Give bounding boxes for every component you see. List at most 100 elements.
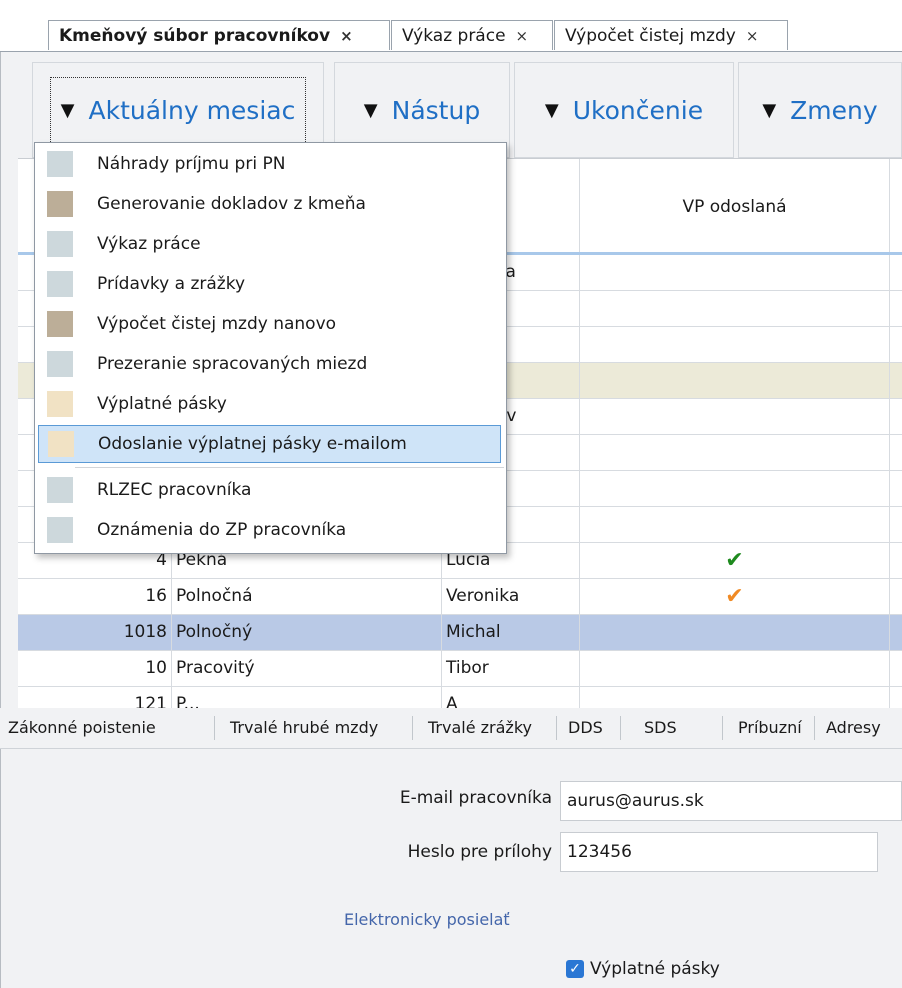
menu-item-rlzec[interactable]: RLZEC pracovníka	[35, 471, 504, 509]
table-row[interactable]: 121 P... A	[18, 687, 902, 709]
menu-item-label: Výkaz práce	[97, 234, 201, 254]
menu-item-label: Odoslanie výplatnej pásky e-mailom	[98, 434, 407, 454]
cell-name: Tibor	[442, 651, 580, 686]
menu-item-label: Oznámenia do ZP pracovníka	[97, 520, 347, 540]
cell-vp	[580, 471, 890, 506]
column-header-vp-odoslana[interactable]: VP odoslaná	[580, 159, 890, 255]
tab-pribuzni[interactable]: Príbuzní	[730, 708, 810, 748]
cell-id: 1018	[18, 615, 172, 650]
cell-name: A	[442, 687, 580, 709]
menu-item-pridavky-zrazky[interactable]: Prídavky a zrážky	[35, 265, 504, 303]
cell-name: Veronika	[442, 579, 580, 614]
menu-item-color-icon	[47, 391, 73, 417]
button-label: Aktuálny mesiac	[88, 95, 296, 125]
cell-vp	[580, 651, 890, 686]
menu-item-color-icon	[47, 477, 73, 503]
menu-item-label: RLZEC pracovníka	[97, 480, 252, 500]
email-field[interactable]: aurus@aurus.sk	[560, 781, 902, 821]
triangle-down-icon: ▼	[60, 99, 75, 121]
cell-vp	[580, 399, 890, 434]
menu-separator	[75, 467, 504, 468]
menu-item-color-icon	[47, 191, 73, 217]
menu-item-color-icon	[47, 231, 73, 257]
password-field[interactable]: 123456	[560, 832, 878, 872]
ukoncenie-button[interactable]: ▼ Ukončenie	[514, 62, 734, 158]
triangle-down-icon: ▼	[762, 99, 777, 121]
tab-separator	[620, 716, 621, 740]
tab-zakonne-poistenie[interactable]: Zákonné poistenie	[0, 708, 164, 748]
menu-item-label: Prídavky a zrážky	[97, 274, 246, 294]
cell-vp	[580, 687, 890, 709]
email-label: E-mail pracovníka	[399, 788, 552, 808]
menu-item-prezeranie-miezd[interactable]: Prezeranie spracovaných miezd	[35, 345, 504, 383]
tab-trvale-hrube-mzdy[interactable]: Trvalé hrubé mzdy	[222, 708, 386, 748]
menu-item-vyplatne-pasky[interactable]: Výplatné pásky	[35, 385, 504, 423]
menu-item-odoslanie-pasky-email[interactable]: Odoslanie výplatnej pásky e-mailom	[38, 425, 501, 463]
document-tabstrip: Kmeňový súbor pracovníkov × Výkaz práce × …	[0, 0, 902, 52]
cell-vp	[580, 363, 890, 398]
tab-separator	[412, 716, 413, 740]
menu-item-color-icon	[47, 271, 73, 297]
menu-item-nahrady-pn[interactable]: Náhrady príjmu pri PN	[35, 145, 504, 183]
cell-vp	[580, 435, 890, 470]
focus-rect: ▼ Aktuálny mesiac	[49, 76, 307, 144]
cell-name: Michal	[442, 615, 580, 650]
cell-vp	[580, 615, 890, 650]
menu-item-label: Výpočet čistej mzdy nanovo	[97, 314, 337, 334]
close-icon[interactable]: ×	[340, 27, 353, 45]
vp-sent-check-icon: ✔	[580, 543, 890, 578]
table-row-selected[interactable]: 1018 Polnočný Michal	[18, 615, 902, 651]
tab-separator	[556, 716, 557, 740]
tab-label: Výpočet čistej mzdy	[565, 26, 736, 46]
button-label: Ukončenie	[572, 95, 704, 125]
menu-item-color-icon	[47, 151, 73, 177]
button-label: Nástup	[391, 95, 481, 125]
tab-separator	[214, 716, 215, 740]
cell-surname: Polnočný	[172, 615, 442, 650]
menu-item-vypocet-mzdy-nanovo[interactable]: Výpočet čistej mzdy nanovo	[35, 305, 504, 343]
password-label: Heslo pre prílohy	[407, 842, 552, 862]
detail-tabs: Zákonné poistenie Trvalé hrubé mzdy Trva…	[0, 708, 902, 749]
close-icon[interactable]: ×	[516, 27, 529, 45]
button-label: Zmeny	[790, 95, 878, 125]
table-row[interactable]: 16 Polnočná Veronika ✔	[18, 579, 902, 615]
menu-item-color-icon	[47, 311, 73, 337]
tab-separator	[722, 716, 723, 740]
menu-item-color-icon	[48, 431, 74, 457]
tab-adresy[interactable]: Adresy	[818, 708, 889, 748]
table-row[interactable]: 10 Pracovitý Tibor	[18, 651, 902, 687]
section-label-elektronicky: Elektronicky posielať	[344, 910, 510, 929]
cell-vp	[580, 327, 890, 362]
triangle-down-icon: ▼	[363, 99, 378, 121]
cell-id: 121	[18, 687, 172, 709]
cell-id: 10	[18, 651, 172, 686]
tab-dds[interactable]: DDS	[560, 708, 611, 748]
tab-kmenovy-subor[interactable]: Kmeňový súbor pracovníkov ×	[48, 20, 390, 50]
close-icon[interactable]: ×	[746, 27, 759, 45]
menu-item-color-icon	[47, 351, 73, 377]
vp-sent-check-icon: ✔	[580, 579, 890, 614]
cell-vp	[580, 255, 890, 290]
tab-separator	[814, 716, 815, 740]
cell-surname: Polnočná	[172, 579, 442, 614]
tab-vypocet-cistej-mzdy[interactable]: Výpočet čistej mzdy ×	[554, 20, 788, 50]
menu-item-oznamenia-zp[interactable]: Oznámenia do ZP pracovníka	[35, 511, 504, 549]
menu-item-color-icon	[47, 517, 73, 543]
tab-sds[interactable]: SDS	[636, 708, 685, 748]
tab-label: Výkaz práce	[402, 26, 506, 46]
menu-item-generovanie-dokladov[interactable]: Generovanie dokladov z kmeňa	[35, 185, 504, 223]
cell-surname: Pracovitý	[172, 651, 442, 686]
menu-item-label: Prezeranie spracovaných miezd	[97, 354, 368, 374]
tab-vykaz-prace[interactable]: Výkaz práce ×	[391, 20, 553, 50]
cell-id: 16	[18, 579, 172, 614]
menu-item-vykaz-prace[interactable]: Výkaz práce	[35, 225, 504, 263]
cell-surname: P...	[172, 687, 442, 709]
cell-vp	[580, 291, 890, 326]
tab-trvale-zrazky[interactable]: Trvalé zrážky	[420, 708, 540, 748]
aktualny-mesiac-menu: Náhrady príjmu pri PN Generovanie doklad…	[34, 142, 507, 554]
menu-item-label: Výplatné pásky	[97, 394, 227, 414]
zmeny-button[interactable]: ▼ Zmeny	[738, 62, 902, 158]
vyplatne-pasky-checkbox[interactable]: ✓	[566, 960, 584, 978]
triangle-down-icon: ▼	[544, 99, 559, 121]
column-header-label: VP odoslaná	[682, 197, 787, 217]
